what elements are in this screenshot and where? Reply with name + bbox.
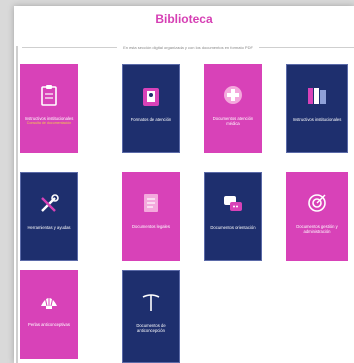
tile-label: Documentos gestión y administración	[296, 224, 338, 234]
library-page: Biblioteca En esta sección digital organ…	[14, 6, 354, 363]
books-icon	[306, 85, 328, 107]
tile-anticoncepcion[interactable]: Documentos de anticoncepción	[122, 270, 180, 363]
page-subtitle: En esta sección digital organizada y con…	[123, 44, 253, 50]
shell-icon	[38, 290, 60, 312]
tile-instructivos-2[interactable]: Instructivos institucionales	[286, 64, 348, 153]
folder-document-icon	[140, 85, 162, 107]
chat-bubbles-icon	[222, 193, 244, 215]
medical-cross-icon	[222, 84, 244, 106]
tile-sublabel: Consulta de documentación	[26, 121, 72, 125]
target-icon	[306, 192, 328, 214]
tile-label: Instructivos institucionales	[292, 117, 342, 122]
tile-label: Herramientas y ayudas	[27, 225, 71, 230]
tile-instructivos[interactable]: Instructivos institucionales Consulta de…	[20, 64, 78, 153]
tile-perlas[interactable]: Perlas anticonceptivas	[20, 270, 78, 359]
clipboard-icon	[38, 84, 60, 106]
tile-gestion[interactable]: Documentos gestión y administración	[286, 172, 348, 261]
side-rule	[16, 46, 18, 363]
iud-icon	[140, 291, 162, 313]
divider	[22, 46, 118, 48]
tile-label: Documentos atención médica	[212, 116, 254, 126]
tile-orientacion[interactable]: Documentos orientación	[204, 172, 262, 261]
legal-document-icon	[140, 192, 162, 214]
tile-herramientas[interactable]: Herramientas y ayudas	[20, 172, 78, 261]
tile-atencion-medica[interactable]: Documentos atención médica	[204, 64, 262, 153]
divider	[258, 46, 354, 48]
tile-formatos[interactable]: Formatos de atención	[122, 64, 180, 153]
tile-label: Documentos orientación	[210, 225, 256, 230]
tile-label: Perlas anticonceptivas	[28, 322, 70, 327]
tile-legales[interactable]: Documentos legales	[122, 172, 180, 261]
subtitle-row: En esta sección digital organizada y con…	[22, 43, 354, 51]
tile-label: Documentos de anticoncepción	[136, 323, 166, 333]
tools-icon	[38, 193, 60, 215]
tile-label: Documentos legales	[132, 224, 170, 229]
tile-label: Formatos de atención	[130, 117, 172, 122]
page-title: Biblioteca	[155, 12, 213, 26]
